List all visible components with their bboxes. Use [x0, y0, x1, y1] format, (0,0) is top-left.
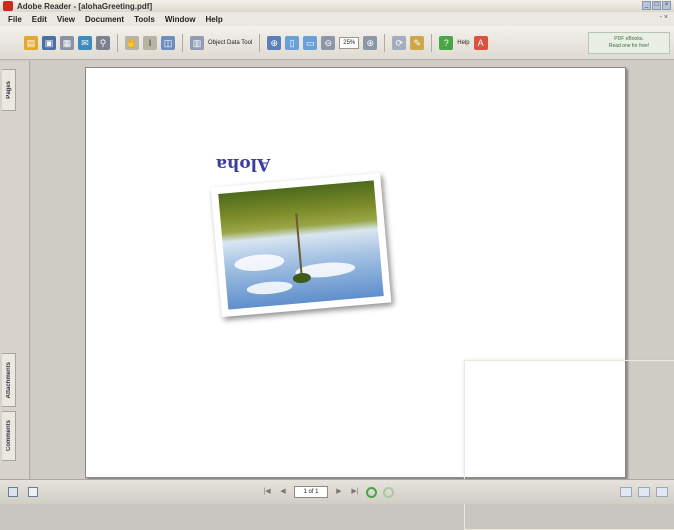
snapshot-icon[interactable]: ◫: [161, 35, 175, 50]
maximize-button[interactable]: □: [652, 1, 661, 10]
palm-fronds: [292, 272, 312, 284]
window-controls: _ □ ×: [642, 1, 671, 10]
tab-pages[interactable]: Pages: [2, 69, 16, 111]
find-icon[interactable]: ⚲: [96, 35, 110, 50]
zoom-in-icon[interactable]: ⊕: [363, 35, 378, 50]
previous-view-icon[interactable]: [366, 486, 377, 498]
document-window-controls[interactable]: - ×: [660, 14, 668, 21]
save-icon[interactable]: ▣: [42, 35, 56, 50]
page-layout-controls: [620, 487, 668, 497]
ebooks-ad-banner[interactable]: PDF eBooks. Read one for free!: [588, 32, 670, 54]
menu-edit[interactable]: Edit: [32, 15, 47, 24]
sign-icon[interactable]: ✎: [410, 35, 425, 50]
document-view[interactable]: Aloha: [31, 61, 674, 530]
menu-bar: File Edit View Document Tools Window Hel…: [0, 12, 674, 26]
navigation-pane: Pages Attachments Comments: [0, 61, 30, 479]
hand-tool-icon[interactable]: ✋: [125, 35, 139, 50]
object-data-tool-label[interactable]: Object Data Tool: [208, 40, 252, 46]
minimize-button[interactable]: _: [642, 1, 651, 10]
zoom-out-icon[interactable]: ⊖: [321, 35, 336, 50]
open-folder-icon[interactable]: ▤: [24, 35, 38, 50]
page-number-field[interactable]: 1 of 1: [294, 486, 328, 498]
page-navigation: |◀ ◀ 1 of 1 ▶ ▶|: [262, 486, 394, 498]
email-icon[interactable]: ✉: [78, 35, 92, 50]
last-page-icon[interactable]: ▶|: [350, 487, 360, 497]
ad-line-2: Read one for free!: [608, 43, 650, 49]
help-label[interactable]: Help: [457, 40, 469, 46]
page-thumb-icon[interactable]: [28, 487, 38, 497]
document-properties-icon[interactable]: [8, 487, 18, 497]
tab-pages-label: Pages: [5, 81, 12, 99]
tab-attachments-label: Attachments: [5, 361, 12, 399]
menu-window[interactable]: Window: [165, 15, 196, 24]
message-text-box: [464, 360, 674, 530]
menu-document[interactable]: Document: [85, 15, 124, 24]
toolbar-separator: [259, 33, 261, 52]
select-text-icon[interactable]: I: [143, 35, 157, 50]
menu-help[interactable]: Help: [205, 15, 222, 24]
cloud-shape: [233, 252, 285, 273]
palm-tree-photo: [218, 180, 384, 310]
menu-file[interactable]: File: [8, 15, 22, 24]
toolbar: ▤ ▣ ▦ ✉ ⚲ ✋ I ◫ ▥ Object Data Tool ⊕ ▯ ▭…: [0, 26, 674, 60]
first-page-icon[interactable]: |◀: [262, 487, 272, 497]
tab-attachments[interactable]: Attachments: [2, 353, 16, 407]
help-icon[interactable]: ?: [439, 35, 454, 50]
photo-frame: [210, 172, 392, 318]
title-bar: Adobe Reader - [alohaGreeting.pdf] _ □ ×: [0, 0, 674, 12]
pdf-page[interactable]: Aloha: [85, 67, 674, 530]
actual-size-icon[interactable]: ▯: [285, 35, 300, 50]
status-bar: |◀ ◀ 1 of 1 ▶ ▶|: [0, 479, 674, 504]
toolbar-separator: [117, 33, 118, 52]
next-view-icon[interactable]: [383, 486, 394, 498]
cloud-shape: [246, 279, 294, 296]
aloha-heading: Aloha: [216, 154, 271, 174]
fit-page-icon[interactable]: ▭: [303, 35, 318, 50]
single-page-icon[interactable]: [620, 487, 632, 497]
adobe-logo-icon[interactable]: A: [473, 35, 488, 50]
next-page-icon[interactable]: ▶: [334, 487, 344, 497]
tab-comments[interactable]: Comments: [2, 411, 16, 461]
menu-tools[interactable]: Tools: [134, 15, 155, 24]
toolbar-separator: [182, 33, 183, 52]
ad-line-1: PDF eBooks.: [614, 36, 644, 42]
palm-trunk: [295, 212, 303, 277]
tab-comments-label: Comments: [5, 420, 12, 452]
continuous-icon[interactable]: [638, 487, 650, 497]
zoom-in-tool-icon[interactable]: ⊕: [267, 35, 282, 50]
close-button[interactable]: ×: [662, 1, 671, 10]
facing-pages-icon[interactable]: [656, 487, 668, 497]
zoom-level-select[interactable]: 25%: [339, 36, 360, 49]
object-data-tool-icon[interactable]: ▥: [190, 35, 204, 50]
adobe-reader-icon: [3, 1, 13, 11]
rotate-view-icon[interactable]: ⟳: [392, 35, 407, 50]
toolbar-separator: [384, 33, 386, 52]
toolbar-separator: [431, 33, 433, 52]
window-title: Adobe Reader - [alohaGreeting.pdf]: [17, 1, 153, 11]
menu-view[interactable]: View: [57, 15, 75, 24]
previous-page-icon[interactable]: ◀: [278, 487, 288, 497]
print-icon[interactable]: ▦: [60, 35, 74, 50]
